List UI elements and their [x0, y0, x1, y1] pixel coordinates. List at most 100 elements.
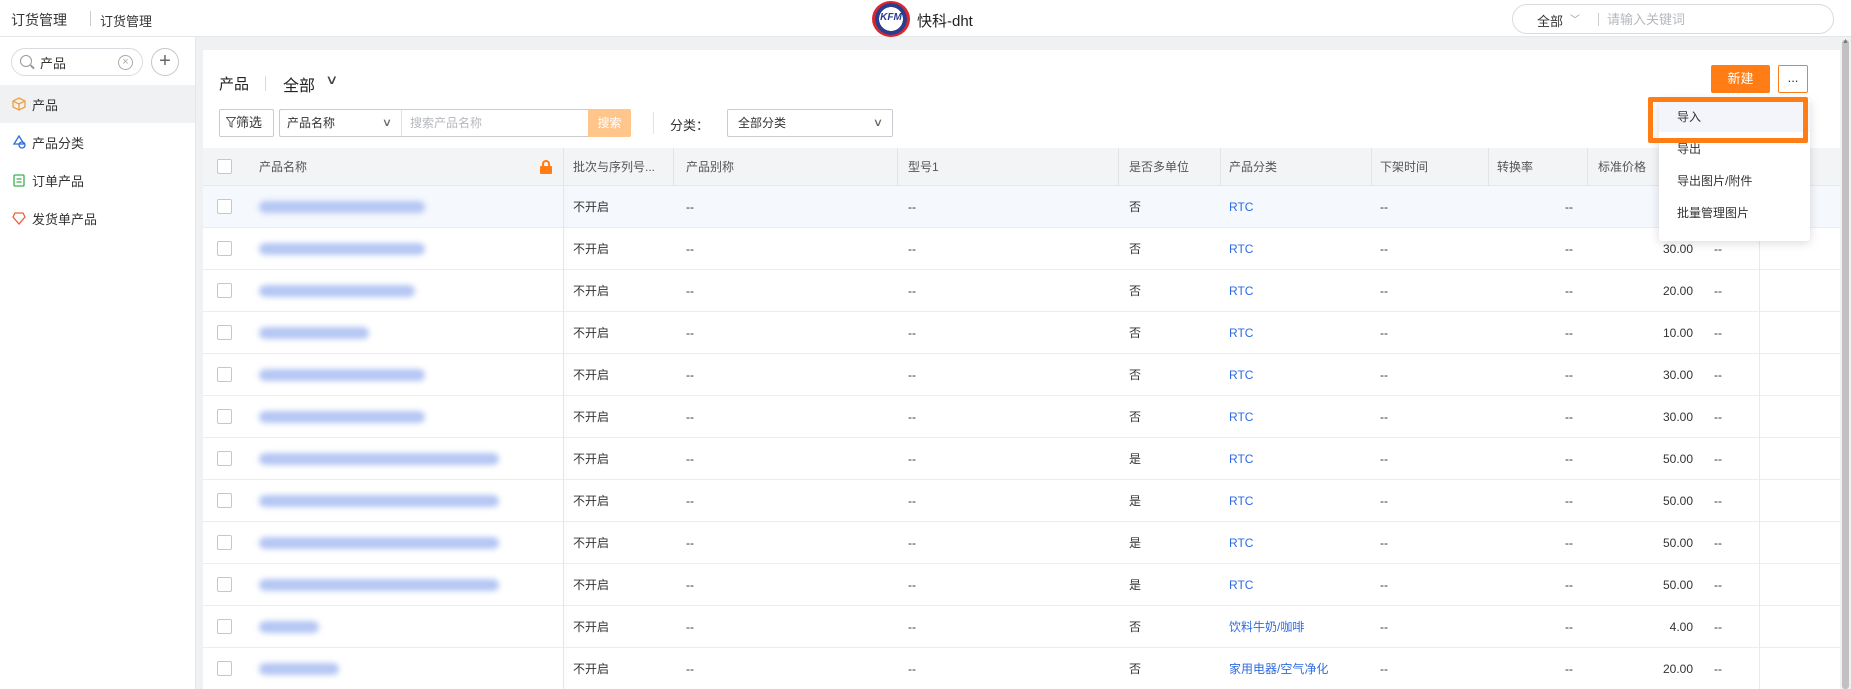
column-header[interactable]: 是否多单位: [1129, 148, 1189, 186]
table-row[interactable]: 不开启 -- -- 是 RTC -- -- 50.00 --: [203, 522, 1851, 564]
cell-cat[interactable]: RTC: [1229, 312, 1253, 354]
table-row[interactable]: 不开启 -- -- 否 家用电器/空气净化 -- -- 20.00 --: [203, 648, 1851, 689]
product-name-redacted[interactable]: [259, 201, 425, 213]
cell-batch: 不开启: [573, 326, 610, 340]
scroll-up-icon[interactable]: ▲: [1841, 38, 1850, 46]
cell-cat[interactable]: RTC: [1229, 564, 1253, 606]
table-row[interactable]: 不开启 -- -- 否 RTC -- -- 10.00 --: [203, 312, 1851, 354]
row-checkbox[interactable]: [217, 283, 232, 298]
cell-extra: --: [1714, 536, 1722, 550]
row-checkbox[interactable]: [217, 619, 232, 634]
table-row[interactable]: 不开启 -- -- 否 RTC -- -- 30.00 --: [203, 354, 1851, 396]
row-checkbox[interactable]: [217, 577, 232, 592]
cell-off: --: [1380, 620, 1388, 634]
table-row[interactable]: 不开启 -- -- 否 RTC -- -- 30.00 --: [203, 396, 1851, 438]
add-button[interactable]: +: [151, 48, 179, 76]
global-search-input[interactable]: [1607, 10, 1817, 28]
cell-cat[interactable]: 饮料牛奶/咖啡: [1229, 606, 1304, 648]
sidebar-item-order-product[interactable]: 订单产品: [0, 161, 195, 199]
search-scope-select[interactable]: 全部: [1537, 11, 1563, 30]
app-title[interactable]: 订货管理: [11, 10, 67, 30]
column-header[interactable]: 产品分类: [1229, 148, 1277, 186]
new-button[interactable]: 新建: [1711, 65, 1770, 93]
row-checkbox[interactable]: [217, 451, 232, 466]
filter-button[interactable]: 筛选: [219, 109, 274, 137]
search-button[interactable]: 搜索: [588, 109, 631, 137]
table-row[interactable]: 不开启 -- -- 否 饮料牛奶/咖啡 -- -- 4.00 --: [203, 606, 1851, 648]
row-checkbox[interactable]: [217, 493, 232, 508]
column-header[interactable]: 转换率: [1497, 148, 1533, 186]
row-checkbox[interactable]: [217, 199, 232, 214]
cell-cat[interactable]: RTC: [1229, 522, 1253, 564]
product-name-redacted[interactable]: [259, 369, 425, 381]
table-row[interactable]: 不开启 -- -- 是 RTC -- -- 50.00 --: [203, 438, 1851, 480]
cell-cat[interactable]: RTC: [1229, 354, 1253, 396]
sidebar-search-input[interactable]: [40, 54, 110, 70]
column-header[interactable]: 型号1: [908, 148, 939, 186]
cell-cat[interactable]: RTC: [1229, 480, 1253, 522]
product-name-redacted[interactable]: [259, 663, 339, 675]
cell-cat[interactable]: RTC: [1229, 438, 1253, 480]
more-button[interactable]: ...: [1778, 65, 1808, 93]
table-row[interactable]: 不开启 -- -- 否 RTC -- --: [203, 186, 1851, 228]
cell-multi: 否: [1129, 200, 1142, 214]
product-name-redacted[interactable]: [259, 243, 425, 255]
product-name-redacted[interactable]: [259, 537, 499, 549]
row-checkbox[interactable]: [217, 325, 232, 340]
cell-price: 30.00: [1662, 410, 1693, 424]
product-name-redacted[interactable]: [259, 285, 415, 297]
clear-icon[interactable]: ×: [118, 55, 133, 70]
column-header[interactable]: 产品别称: [686, 148, 734, 186]
product-name-redacted[interactable]: [259, 621, 319, 633]
row-checkbox[interactable]: [217, 241, 232, 256]
search-icon: [20, 55, 32, 67]
product-name-redacted[interactable]: [259, 579, 499, 591]
column-header[interactable]: 标准价格: [1598, 148, 1646, 186]
column-header[interactable]: 下架时间: [1380, 148, 1428, 186]
cell-cat[interactable]: RTC: [1229, 228, 1253, 270]
product-search-input[interactable]: [401, 109, 591, 137]
row-checkbox[interactable]: [217, 535, 232, 550]
product-name-redacted[interactable]: [259, 495, 499, 507]
divider: [1598, 13, 1599, 26]
menu-item-export[interactable]: 导出: [1659, 134, 1810, 164]
row-checkbox[interactable]: [217, 409, 232, 424]
row-checkbox[interactable]: [217, 661, 232, 676]
cell-multi: 是: [1129, 536, 1142, 550]
menu-item-export-attachments[interactable]: 导出图片/附件: [1659, 166, 1810, 196]
cell-cat[interactable]: RTC: [1229, 270, 1253, 312]
category-icon: [12, 135, 26, 149]
scrollbar-thumb[interactable]: [1842, 40, 1849, 689]
cell-extra: --: [1714, 578, 1722, 592]
select-all-checkbox[interactable]: [217, 159, 232, 174]
search-field-select[interactable]: 产品名称 ∨: [279, 109, 401, 137]
view-scope-select[interactable]: 全部: [283, 72, 315, 96]
row-checkbox[interactable]: [217, 367, 232, 382]
breadcrumb[interactable]: 订货管理: [100, 11, 152, 30]
column-header[interactable]: 批次与序列号...: [573, 148, 661, 186]
chevron-down-icon[interactable]: ∨: [325, 72, 338, 88]
cell-price: 20.00: [1662, 662, 1693, 676]
category-select[interactable]: 全部分类 ∨: [727, 109, 893, 137]
product-name-redacted[interactable]: [259, 411, 425, 423]
menu-item-batch-images[interactable]: 批量管理图片: [1659, 198, 1810, 228]
cell-cat[interactable]: RTC: [1229, 396, 1253, 438]
cell-cat[interactable]: 家用电器/空气净化: [1229, 648, 1328, 689]
chevron-down-icon[interactable]: ﹀: [1570, 11, 1580, 26]
cell-off: --: [1380, 662, 1388, 676]
table-row[interactable]: 不开启 -- -- 否 RTC -- -- 20.00 --: [203, 270, 1851, 312]
table-row[interactable]: 不开启 -- -- 否 RTC -- -- 30.00 --: [203, 228, 1851, 270]
lock-icon[interactable]: [540, 160, 552, 174]
table-row[interactable]: 不开启 -- -- 是 RTC -- -- 50.00 --: [203, 480, 1851, 522]
sidebar-item-product[interactable]: 产品: [0, 85, 195, 123]
product-name-redacted[interactable]: [259, 453, 499, 465]
cell-cat[interactable]: RTC: [1229, 186, 1253, 228]
cell-model: --: [908, 326, 916, 340]
product-name-redacted[interactable]: [259, 327, 369, 339]
menu-item-import[interactable]: 导入: [1659, 102, 1810, 132]
column-header[interactable]: 产品名称: [259, 148, 307, 186]
table-row[interactable]: 不开启 -- -- 是 RTC -- -- 50.00 --: [203, 564, 1851, 606]
sidebar-item-product-category[interactable]: 产品分类: [0, 123, 195, 161]
sidebar-item-shipment-product[interactable]: 发货单产品: [0, 199, 195, 237]
cell-off: --: [1380, 200, 1388, 214]
